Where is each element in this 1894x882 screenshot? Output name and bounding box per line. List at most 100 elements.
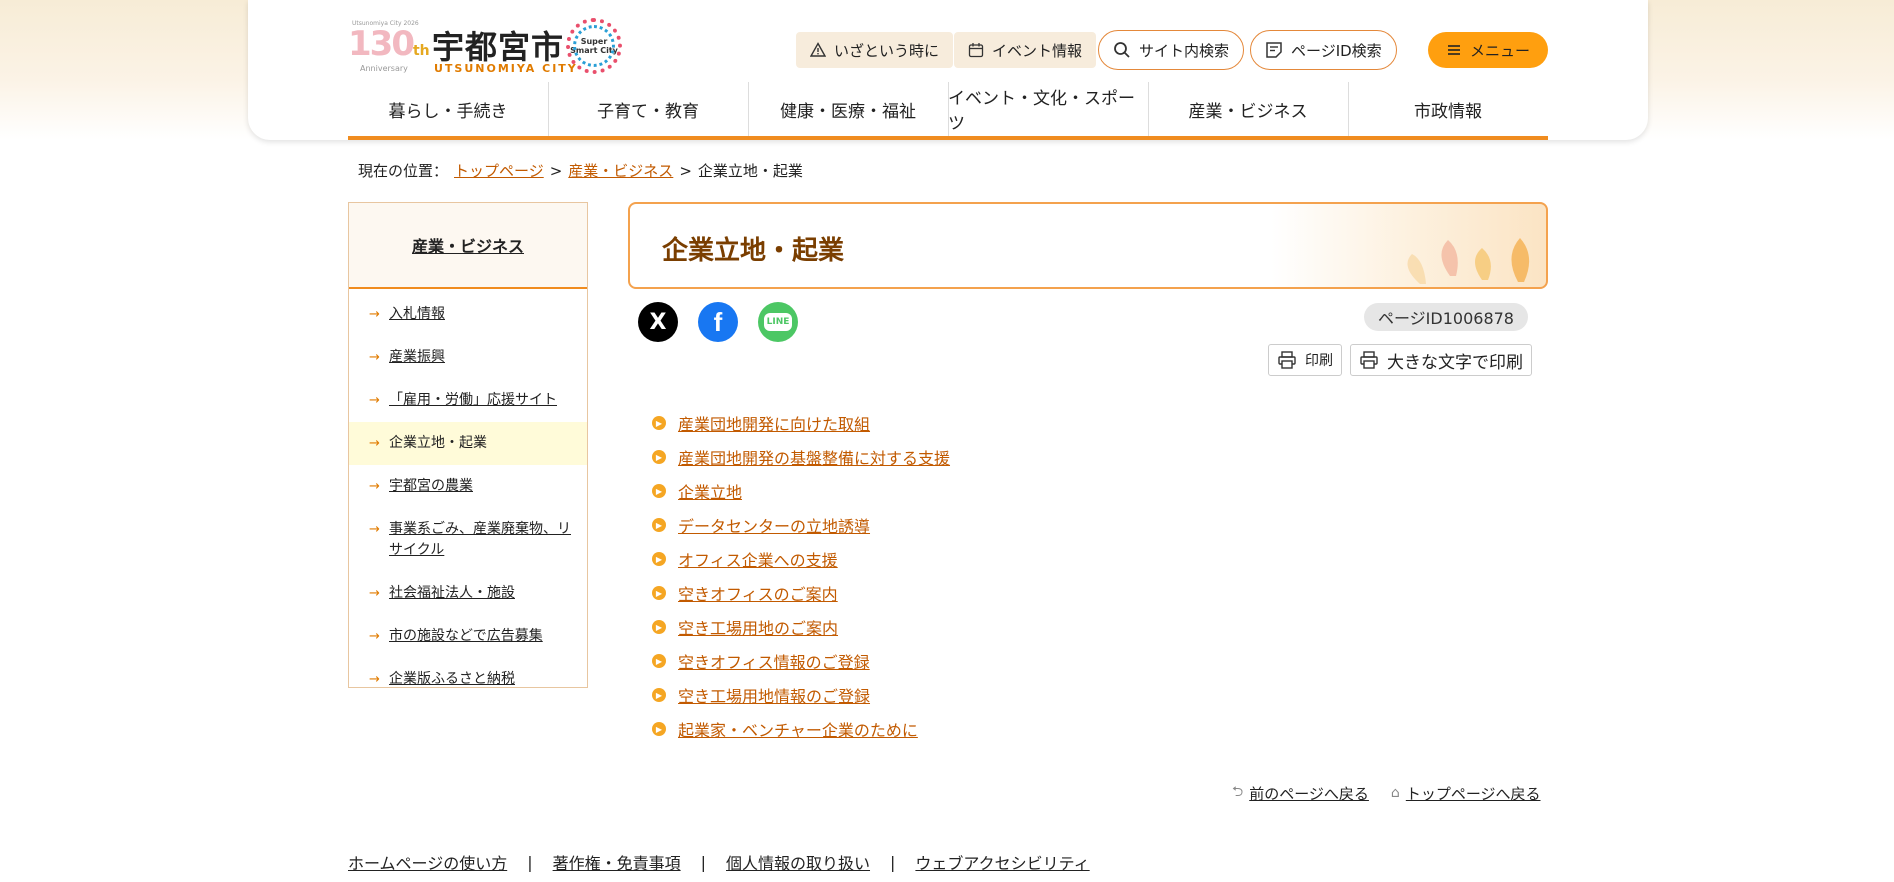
gnav-item-city-admin[interactable]: 市政情報	[1348, 82, 1548, 136]
gnav-item-childcare[interactable]: 子育て・教育	[548, 82, 748, 136]
content-link[interactable]: 産業団地開発に向けた取組	[678, 411, 870, 435]
arrow-right-icon: →	[369, 672, 380, 687]
super-smart-city-logo: Super Smart City	[566, 18, 622, 74]
list-item: ▶ 産業団地開発に向けた取組	[652, 406, 950, 440]
memo-icon	[1266, 42, 1282, 58]
list-item: ▶ 空き工場用地のご案内	[652, 610, 950, 644]
page-title-box: 企業立地・起業	[628, 202, 1548, 289]
gnav-item-living[interactable]: 暮らし・手続き	[348, 82, 548, 136]
sidebar-item[interactable]: → 産業振興	[349, 336, 587, 379]
ginkgo-leaves-decoration	[1407, 238, 1530, 284]
content-link[interactable]: 空きオフィス情報のご登録	[678, 649, 870, 673]
footer-link-privacy[interactable]: 個人情報の取り扱い	[726, 850, 870, 874]
warning-icon	[810, 42, 826, 57]
pageid-search-label: ページID検索	[1291, 41, 1382, 60]
list-item: ▶ 企業立地	[652, 474, 950, 508]
sidebar-item[interactable]: → 企業版ふるさと納税	[349, 658, 587, 701]
site-logo[interactable]: Utsunomiya City 2026 130th Anniversary 宇…	[348, 18, 623, 78]
list-item: ▶ データセンターの立地誘導	[652, 508, 950, 542]
facebook-logo-icon: f	[713, 306, 723, 337]
home-icon: ⌂	[1390, 785, 1400, 801]
menu-button[interactable]: メニュー	[1428, 32, 1549, 68]
share-line-button[interactable]: LINE	[758, 302, 798, 342]
page-id-badge: ページID1006878	[1364, 303, 1528, 331]
sidebar-item[interactable]: → 宇都宮の農業	[349, 465, 587, 508]
sidebar-item-label: 事業系ごみ、産業廃棄物、リサイクル	[389, 521, 571, 558]
back-top-link[interactable]: トップページへ戻る	[1406, 783, 1541, 804]
list-item: ▶ 産業団地開発の基盤整備に対する支援	[652, 440, 950, 474]
bullet-arrow-icon: ▶	[652, 450, 666, 464]
bullet-arrow-icon: ▶	[652, 586, 666, 600]
search-icon	[1114, 42, 1130, 58]
list-item: ▶ 空きオフィス情報のご登録	[652, 644, 950, 678]
footer-links: ホームページの使い方 | 著作権・免責事項 | 個人情報の取り扱い | ウェブア…	[348, 850, 1090, 874]
sidebar-heading[interactable]: 産業・ビジネス	[349, 203, 587, 289]
emergency-button[interactable]: いざという時に	[796, 32, 954, 68]
breadcrumb-link-top[interactable]: トップページ	[454, 160, 544, 181]
menu-label: メニュー	[1470, 41, 1531, 60]
logo-city-name-en: UTSUNOMIYA CITY	[434, 62, 578, 75]
content-link[interactable]: 産業団地開発の基盤整備に対する支援	[678, 445, 950, 469]
printer-icon	[1360, 351, 1378, 369]
printer-icon	[1278, 351, 1296, 369]
return-icon: ⮌	[1232, 784, 1244, 800]
breadcrumb-current: 企業立地・起業	[697, 162, 803, 180]
footer-link-howto[interactable]: ホームページの使い方	[348, 850, 507, 874]
content-link[interactable]: データセンターの立地誘導	[678, 513, 870, 537]
arrow-right-icon: →	[369, 629, 380, 644]
gnav-item-events-culture[interactable]: イベント・文化・スポーツ	[948, 82, 1148, 136]
content-link[interactable]: 空き工場用地のご案内	[678, 615, 838, 639]
footer-link-copyright[interactable]: 著作権・免責事項	[553, 850, 681, 874]
line-logo-icon: LINE	[763, 313, 793, 331]
sidebar-item[interactable]: → 市の施設などで広告募集	[349, 615, 587, 658]
sidebar-item[interactable]: → 「雇用・労働」応援サイト	[349, 379, 587, 422]
share-x-button[interactable]: X	[638, 302, 678, 342]
site-search-button[interactable]: サイト内検索	[1098, 30, 1245, 70]
gnav-item-health[interactable]: 健康・医療・福祉	[748, 82, 948, 136]
breadcrumb-link-industry[interactable]: 産業・ビジネス	[568, 160, 673, 181]
print-large-label: 大きな文字で印刷	[1387, 352, 1523, 373]
arrow-right-icon: →	[369, 522, 380, 537]
bullet-arrow-icon: ▶	[652, 620, 666, 634]
sidebar-item-label: 企業版ふるさと納税	[389, 671, 515, 687]
sidebar-item-label: 入札情報	[389, 306, 445, 322]
sidebar-item-label: 市の施設などで広告募集	[389, 628, 543, 644]
arrow-right-icon: →	[369, 436, 380, 451]
bullet-arrow-icon: ▶	[652, 654, 666, 668]
content-link[interactable]: 起業家・ベンチャー企業のために	[678, 717, 918, 741]
global-nav: 暮らし・手続き 子育て・教育 健康・医療・福祉 イベント・文化・スポーツ 産業・…	[348, 82, 1548, 140]
bullet-arrow-icon: ▶	[652, 518, 666, 532]
sidebar-item-label: 産業振興	[389, 349, 445, 365]
sidebar-item-label: 「雇用・労働」応援サイト	[389, 392, 557, 408]
events-button[interactable]: イベント情報	[954, 32, 1097, 68]
print-button[interactable]: 印刷	[1268, 344, 1342, 376]
back-top-item: ⌂ トップページへ戻る	[1391, 781, 1541, 805]
pageid-search-button[interactable]: ページID検索	[1250, 30, 1397, 70]
calendar-icon	[968, 43, 984, 58]
bullet-arrow-icon: ▶	[652, 484, 666, 498]
bullet-arrow-icon: ▶	[652, 722, 666, 736]
arrow-right-icon: →	[369, 586, 380, 601]
content-link[interactable]: 空き工場用地情報のご登録	[678, 683, 870, 707]
share-facebook-button[interactable]: f	[698, 302, 738, 342]
sidebar-item[interactable]: → 入札情報	[349, 293, 587, 336]
gnav-item-industry[interactable]: 産業・ビジネス	[1148, 82, 1348, 136]
back-prev-item: ⮌ 前のページへ戻る	[1232, 781, 1369, 805]
content-link[interactable]: 企業立地	[678, 479, 742, 503]
back-prev-link[interactable]: 前のページへ戻る	[1249, 783, 1369, 804]
sidebar-item[interactable]: → 企業立地・起業	[349, 422, 587, 465]
sidebar-item[interactable]: → 社会福祉法人・施設	[349, 572, 587, 615]
content-link[interactable]: 空きオフィスのご案内	[678, 581, 838, 605]
page-title: 企業立地・起業	[662, 236, 845, 266]
print-large-text-button[interactable]: 大きな文字で印刷	[1350, 344, 1532, 376]
sidebar-item[interactable]: → 事業系ごみ、産業廃棄物、リサイクル	[349, 508, 587, 572]
emergency-label: いざという時に	[834, 41, 940, 60]
footer-link-accessibility[interactable]: ウェブアクセシビリティ	[915, 850, 1089, 874]
content-link[interactable]: オフィス企業への支援	[678, 547, 838, 571]
sidebar-list: → 入札情報 → 産業振興 → 「雇用・労働」応援サイト → 企業立地・起業 → 宇都宮の農業 → 事…	[349, 289, 587, 701]
events-label: イベント情報	[992, 41, 1083, 60]
x-logo-icon: X	[649, 309, 667, 335]
list-item: ▶ 空きオフィスのご案内	[652, 576, 950, 610]
logo-anniversary-label: Anniversary	[360, 64, 408, 73]
bullet-arrow-icon: ▶	[652, 552, 666, 566]
